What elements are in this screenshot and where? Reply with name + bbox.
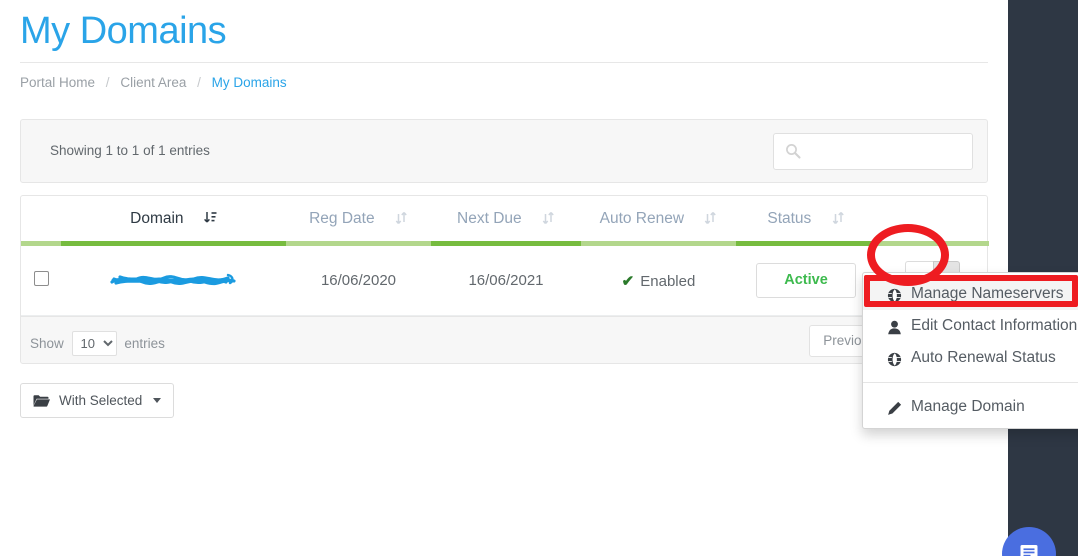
domains-table-container: Domain Reg Date Next Due Auto Renew Stat… [20,195,989,316]
check-icon: ✔ [621,272,635,290]
menu-item-label: Auto Renewal Status [911,349,1056,366]
breadcrumb-separator: / [105,75,110,90]
menu-item-auto-renewal-status[interactable]: Auto Renewal Status [863,342,1078,374]
header-reg-date[interactable]: Reg Date [286,196,431,241]
sort-both-icon [832,210,845,226]
menu-item-edit-contact-information[interactable]: Edit Contact Information [863,310,1078,342]
menu-item-label: Manage Nameservers [911,285,1064,302]
user-icon [887,319,902,334]
cell-domain[interactable] [61,246,286,316]
pencil-icon [887,400,902,415]
app-root: My Domains Portal Home / Client Area / M… [0,0,1078,556]
domain-name-redacted [109,271,238,286]
page-length-select[interactable]: 10 [71,331,117,356]
header-reg-date-label: Reg Date [309,210,375,227]
page-title: My Domains [20,10,227,52]
menu-item-manage-nameservers[interactable]: Manage Nameservers [863,278,1078,310]
cell-reg-date: 16/06/2020 [286,246,431,316]
menu-divider [863,382,1078,383]
header-domain[interactable]: Domain [61,196,286,241]
table-head: Domain Reg Date Next Due Auto Renew Stat… [21,196,989,246]
table-header-row: Domain Reg Date Next Due Auto Renew Stat… [21,196,989,241]
row-select-checkbox[interactable] [33,271,49,286]
table-footer: Show 10 entries Previous 1 Next [20,316,988,364]
breadcrumb: Portal Home / Client Area / My Domains [20,63,988,90]
folder-open-icon [33,394,50,407]
sort-both-icon [704,210,717,226]
table-body: 16/06/2020 16/06/2021 ✔ Enabled Active [21,246,989,316]
sort-descending-icon [203,210,217,226]
search-input[interactable] [808,134,968,169]
breadcrumb-item-portal-home[interactable]: Portal Home [20,75,95,90]
breadcrumb-separator: / [197,75,201,90]
table-row: 16/06/2020 16/06/2021 ✔ Enabled Active [21,246,989,316]
header-status[interactable]: Status [736,196,876,241]
header-actions [876,196,989,241]
with-selected-label: With Selected [59,393,143,408]
row-checkbox-cell[interactable] [21,246,61,316]
header-select-all [21,196,61,241]
status-badge-active[interactable]: Active [756,263,856,298]
cell-status: Active [736,246,876,316]
show-label: Show [30,336,64,351]
entries-info: Showing 1 to 1 of 1 entries [50,143,210,158]
auto-renew-label: Enabled [640,272,696,290]
menu-item-manage-domain[interactable]: Manage Domain [863,391,1078,423]
domains-table: Domain Reg Date Next Due Auto Renew Stat… [21,196,989,316]
header-status-label: Status [767,210,812,227]
breadcrumb-item-my-domains[interactable]: My Domains [212,75,287,90]
sort-both-icon [542,210,555,226]
header-next-due[interactable]: Next Due [431,196,581,241]
search-box[interactable] [773,133,973,170]
with-selected-button[interactable]: With Selected [20,383,175,418]
table-toolbar: Showing 1 to 1 of 1 entries [20,119,988,183]
chat-bubble-icon [1017,540,1041,556]
page-length-control: Show 10 entries [30,331,165,356]
cell-next-due: 16/06/2021 [431,246,581,316]
entries-label: entries [124,336,165,351]
caret-down-icon [153,398,162,403]
cell-auto-renew: ✔ Enabled [581,246,736,316]
header-domain-label: Domain [130,210,184,227]
domain-actions-menu: Manage Nameservers Edit Contact Informat… [862,272,1078,429]
header-auto-renew[interactable]: Auto Renew [581,196,736,241]
search-icon [785,143,801,159]
menu-item-label: Edit Contact Information [911,317,1078,334]
globe-icon [887,351,902,366]
header-next-due-label: Next Due [457,210,522,227]
sort-both-icon [395,210,408,226]
menu-item-label: Manage Domain [911,398,1025,415]
breadcrumb-item-client-area[interactable]: Client Area [120,75,186,90]
page-content: My Domains Portal Home / Client Area / M… [0,0,1008,556]
globe-icon [887,287,902,302]
header-auto-renew-label: Auto Renew [599,210,685,227]
